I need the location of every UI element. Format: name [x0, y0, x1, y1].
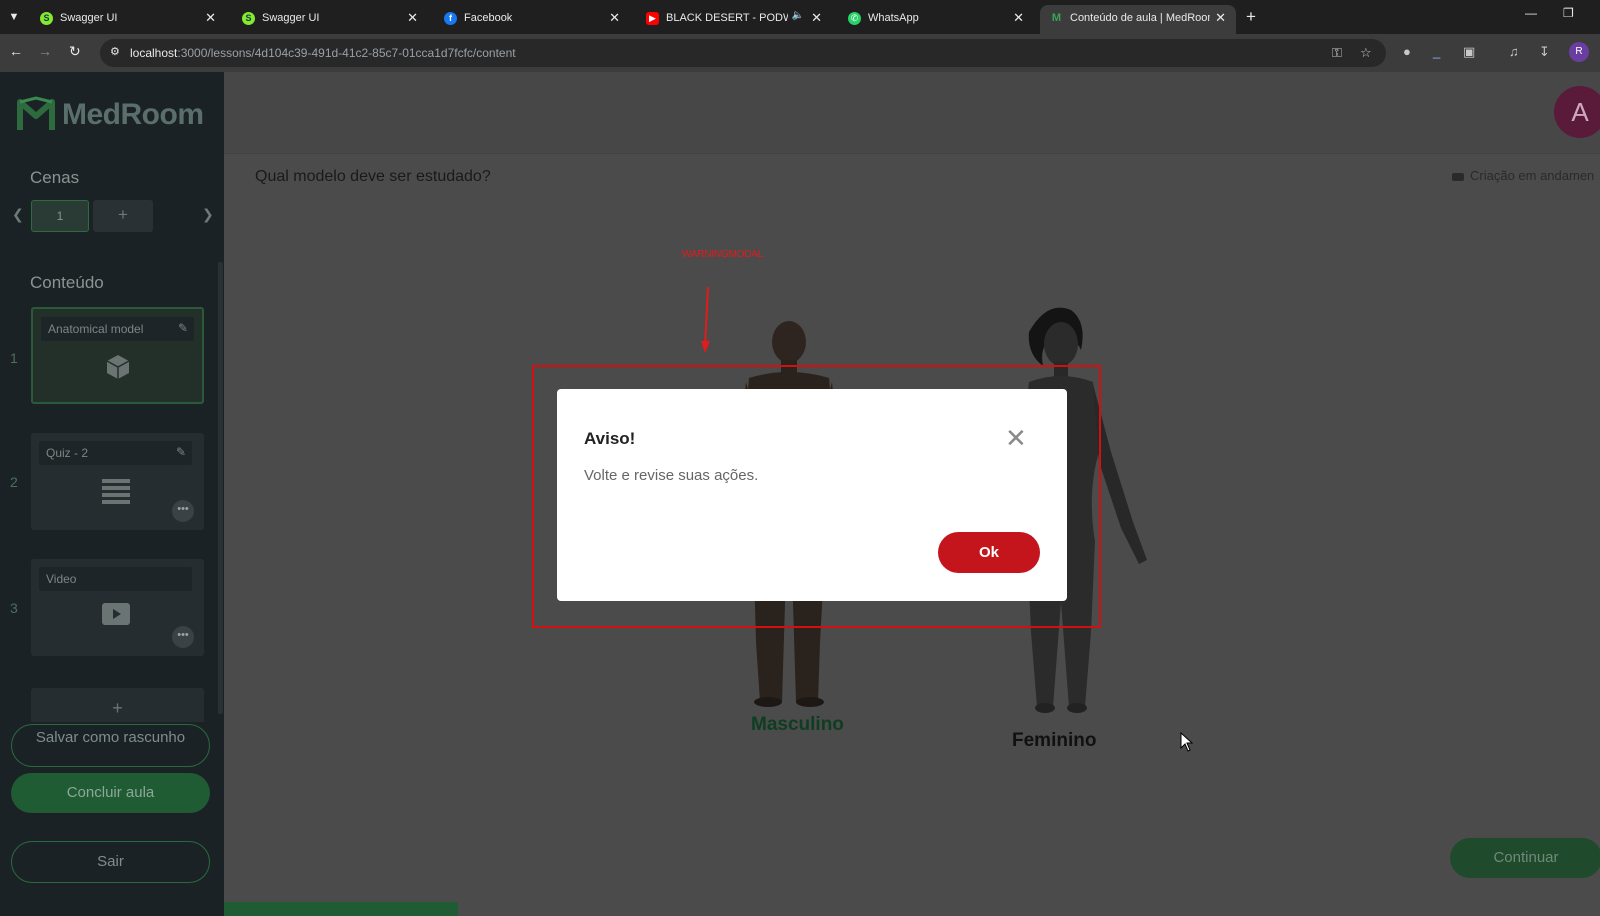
- tab-close-icon[interactable]: ✕: [1215, 10, 1226, 26]
- modal-message: Volte e revise suas ações.: [584, 467, 759, 484]
- password-key-icon[interactable]: ⚿: [1332, 45, 1342, 61]
- more-options-icon[interactable]: •••: [172, 626, 194, 648]
- female-model-label[interactable]: Feminino: [1012, 730, 1096, 752]
- list-icon: [101, 477, 131, 507]
- add-scene-button[interactable]: +: [93, 200, 153, 232]
- youtube-icon: ▶: [646, 12, 659, 25]
- tab-title: BLACK DESERT - PODWAR I: [666, 12, 788, 24]
- sidebar-scrollbar[interactable]: [218, 262, 223, 714]
- tab-title: Facebook: [464, 12, 513, 24]
- whatsapp-icon: ✆: [848, 12, 861, 25]
- continue-button[interactable]: Continuar: [1450, 838, 1600, 878]
- logo-text: MedRoom: [62, 98, 204, 131]
- speaker-icon[interactable]: 🔈: [792, 10, 804, 21]
- tab-close-icon[interactable]: ✕: [407, 10, 418, 26]
- browser-tab[interactable]: ✆ WhatsApp ✕: [838, 5, 1034, 34]
- url-path: :3000/lessons/4d104c39-491d-41c2-85c7-01…: [177, 46, 516, 60]
- tab-close-icon[interactable]: ✕: [1013, 10, 1024, 26]
- tab-search-chevron-icon[interactable]: ▼: [4, 7, 24, 27]
- annotation-arrow: [701, 286, 710, 353]
- mouse-cursor-icon: [1180, 732, 1194, 752]
- restore-icon[interactable]: ❐: [1563, 6, 1574, 20]
- content-card-video[interactable]: Video •••: [31, 559, 204, 656]
- download-icon[interactable]: ↧: [1539, 44, 1550, 60]
- bookmark-star-icon[interactable]: ☆: [1360, 45, 1372, 61]
- card-header: Anatomical model ✎: [41, 317, 194, 341]
- browser-tab[interactable]: f Facebook ✕: [434, 5, 630, 34]
- media-control-icon[interactable]: ♫: [1509, 44, 1519, 59]
- tab-close-icon[interactable]: ✕: [609, 10, 620, 26]
- content-title: Conteúdo: [30, 273, 104, 292]
- extension-bulb-icon[interactable]: ●: [1403, 44, 1411, 59]
- card-label: Quiz - 2: [46, 446, 89, 460]
- tab-title: Swagger UI: [262, 12, 320, 24]
- play-icon: [101, 603, 131, 633]
- ok-button[interactable]: Ok: [938, 532, 1040, 573]
- tab-title: WhatsApp: [868, 12, 919, 24]
- medroom-icon: M: [1051, 12, 1062, 24]
- top-bar: A: [224, 72, 1600, 154]
- reload-icon[interactable]: ↻: [69, 43, 81, 60]
- page-question: Qual modelo deve ser estudado?: [255, 168, 491, 185]
- minimize-icon[interactable]: —: [1525, 6, 1537, 20]
- swagger-icon: S: [242, 12, 255, 25]
- url-host: localhost: [130, 46, 178, 60]
- scenes-title: Cenas: [30, 168, 80, 187]
- more-options-icon[interactable]: •••: [172, 500, 194, 522]
- medroom-logo-icon: [17, 96, 55, 130]
- forward-icon[interactable]: →: [38, 43, 52, 59]
- new-tab-icon[interactable]: +: [1246, 7, 1256, 27]
- chevron-right-icon[interactable]: ❯: [202, 206, 214, 223]
- profile-avatar[interactable]: R: [1569, 42, 1589, 62]
- browser-tab[interactable]: ▶ BLACK DESERT - PODWAR I 🔈 ✕: [636, 5, 832, 34]
- scene-chip[interactable]: 1: [31, 200, 89, 232]
- browser-tab[interactable]: S Swagger UI ✕: [232, 5, 428, 34]
- card-label: Anatomical model: [48, 322, 144, 336]
- tab-close-icon[interactable]: ✕: [811, 10, 822, 26]
- browser-tab-bar: ▼ S Swagger UI ✕ S Swagger UI ✕ f Facebo…: [0, 0, 1600, 34]
- tab-title: Swagger UI: [60, 12, 118, 24]
- close-icon[interactable]: ✕: [1005, 425, 1027, 451]
- card-label: Video: [46, 572, 77, 586]
- tab-title: Conteúdo de aula | MedRoom: [1070, 12, 1210, 24]
- card-number: 3: [10, 600, 18, 616]
- chevron-left-icon[interactable]: ❮: [12, 206, 24, 223]
- user-avatar[interactable]: A: [1554, 86, 1600, 138]
- content-card-quiz[interactable]: Quiz - 2 ✎ •••: [31, 433, 204, 530]
- facebook-icon: f: [444, 12, 457, 25]
- exit-button[interactable]: Sair: [11, 841, 210, 883]
- address-bar[interactable]: ⚙ localhost:3000/lessons/4d104c39-491d-4…: [100, 39, 1386, 67]
- browser-toolbar: ← → ↻ ⚙ localhost:3000/lessons/4d104c39-…: [0, 34, 1600, 72]
- card-header: Video: [39, 567, 192, 591]
- content-card-anatomical-model[interactable]: Anatomical model ✎: [31, 307, 204, 404]
- modal-title: Aviso!: [584, 429, 636, 448]
- site-info-icon[interactable]: ⚙: [110, 45, 120, 58]
- swagger-icon: S: [40, 12, 53, 25]
- extension-bar-icon[interactable]: _: [1433, 44, 1440, 59]
- finish-lesson-button[interactable]: Concluir aula: [11, 773, 210, 813]
- add-content-card[interactable]: +: [31, 688, 204, 722]
- pencil-icon[interactable]: ✎: [176, 445, 186, 459]
- card-number: 1: [10, 350, 18, 366]
- browser-tab-active[interactable]: M Conteúdo de aula | MedRoom ✕: [1040, 5, 1236, 34]
- camera-icon: [1452, 172, 1464, 181]
- cube-icon: [103, 353, 133, 383]
- save-draft-button[interactable]: Salvar como rascunho: [11, 724, 210, 767]
- extensions-puzzle-icon[interactable]: ▣: [1463, 44, 1475, 60]
- status-indicator: Criação em andamen: [1452, 168, 1594, 183]
- card-header: Quiz - 2 ✎: [39, 441, 192, 465]
- sidebar: MedRoom Cenas ❮ 1 + ❯ Conteúdo 1 Anatomi…: [0, 72, 224, 916]
- pencil-icon[interactable]: ✎: [178, 321, 188, 335]
- tab-close-icon[interactable]: ✕: [205, 10, 216, 26]
- card-number: 2: [10, 474, 18, 490]
- url-text[interactable]: localhost:3000/lessons/4d104c39-491d-41c…: [130, 46, 516, 60]
- status-text: Criação em andamen: [1470, 168, 1595, 183]
- back-icon[interactable]: ←: [9, 43, 23, 59]
- annotation-label: WARNINGMODAL: [682, 249, 764, 260]
- lesson-progress-bar: [224, 902, 458, 916]
- warning-modal: Aviso! ✕ Volte e revise suas ações. Ok: [557, 389, 1067, 601]
- male-model-label[interactable]: Masculino: [751, 714, 844, 736]
- browser-tab[interactable]: S Swagger UI ✕: [30, 5, 226, 34]
